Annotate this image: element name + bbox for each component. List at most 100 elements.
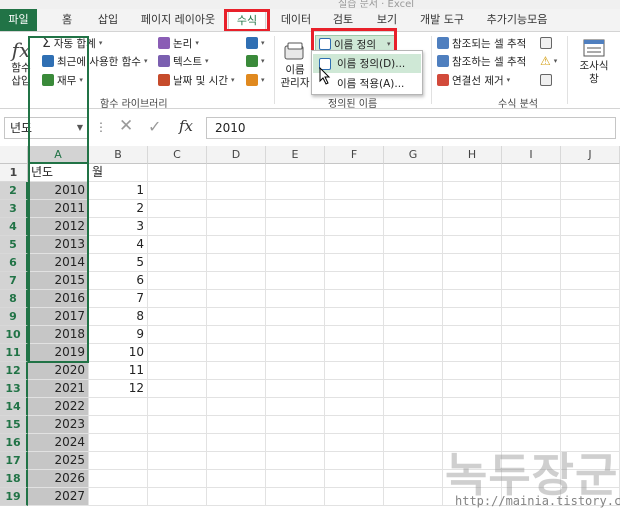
cell-c13[interactable]	[148, 380, 207, 398]
cell-d8[interactable]	[207, 290, 266, 308]
cell-e16[interactable]	[266, 434, 325, 452]
cell-j15[interactable]	[561, 416, 620, 434]
cell-c14[interactable]	[148, 398, 207, 416]
row-header-7[interactable]: 7	[0, 272, 28, 290]
column-header-h[interactable]: H	[443, 146, 502, 164]
cell-c2[interactable]	[148, 182, 207, 200]
row-header-8[interactable]: 8	[0, 290, 28, 308]
column-header-j[interactable]: J	[561, 146, 620, 164]
cell-f5[interactable]	[325, 236, 384, 254]
row-header-3[interactable]: 3	[0, 200, 28, 218]
cell-i10[interactable]	[502, 326, 561, 344]
cell-b8[interactable]: 7	[89, 290, 148, 308]
cell-f17[interactable]	[325, 452, 384, 470]
cell-c8[interactable]	[148, 290, 207, 308]
cell-a18[interactable]: 2026	[28, 470, 89, 488]
cell-i1[interactable]	[502, 164, 561, 182]
cell-d6[interactable]	[207, 254, 266, 272]
cell-c9[interactable]	[148, 308, 207, 326]
cell-h15[interactable]	[443, 416, 502, 434]
cell-b17[interactable]	[89, 452, 148, 470]
cell-a2[interactable]: 2010	[28, 182, 89, 200]
cell-e7[interactable]	[266, 272, 325, 290]
cell-b9[interactable]: 8	[89, 308, 148, 326]
cell-b2[interactable]: 1	[89, 182, 148, 200]
cell-e19[interactable]	[266, 488, 325, 506]
cell-g15[interactable]	[384, 416, 443, 434]
row-header-9[interactable]: 9	[0, 308, 28, 326]
row-header-6[interactable]: 6	[0, 254, 28, 272]
math-button[interactable]: ▾	[246, 53, 265, 69]
cell-j9[interactable]	[561, 308, 620, 326]
cell-i5[interactable]	[502, 236, 561, 254]
cell-e4[interactable]	[266, 218, 325, 236]
cell-a13[interactable]: 2021	[28, 380, 89, 398]
cell-b18[interactable]	[89, 470, 148, 488]
tab-data[interactable]: 데이터	[278, 9, 314, 31]
cell-a12[interactable]: 2020	[28, 362, 89, 380]
cell-d19[interactable]	[207, 488, 266, 506]
cell-c19[interactable]	[148, 488, 207, 506]
cell-g10[interactable]	[384, 326, 443, 344]
row-header-4[interactable]: 4	[0, 218, 28, 236]
column-header-f[interactable]: F	[325, 146, 384, 164]
cell-j11[interactable]	[561, 344, 620, 362]
cell-a6[interactable]: 2014	[28, 254, 89, 272]
cell-b11[interactable]: 10	[89, 344, 148, 362]
cell-j13[interactable]	[561, 380, 620, 398]
cell-c11[interactable]	[148, 344, 207, 362]
cell-b1[interactable]: 월	[89, 164, 148, 182]
row-header-2[interactable]: 2	[0, 182, 28, 200]
cell-e1[interactable]	[266, 164, 325, 182]
cancel-icon[interactable]: ✕	[119, 116, 133, 136]
cell-b5[interactable]: 4	[89, 236, 148, 254]
cell-e14[interactable]	[266, 398, 325, 416]
cell-e12[interactable]	[266, 362, 325, 380]
cell-b10[interactable]: 9	[89, 326, 148, 344]
cell-i2[interactable]	[502, 182, 561, 200]
cell-h12[interactable]	[443, 362, 502, 380]
cell-e8[interactable]	[266, 290, 325, 308]
cell-g7[interactable]	[384, 272, 443, 290]
cell-a15[interactable]: 2023	[28, 416, 89, 434]
cell-d3[interactable]	[207, 200, 266, 218]
cell-e18[interactable]	[266, 470, 325, 488]
tab-developer[interactable]: 개발 도구	[414, 9, 470, 31]
cell-g17[interactable]	[384, 452, 443, 470]
cell-d11[interactable]	[207, 344, 266, 362]
lookup-button[interactable]: ▾	[246, 35, 265, 51]
cell-j12[interactable]	[561, 362, 620, 380]
cell-f14[interactable]	[325, 398, 384, 416]
cell-d9[interactable]	[207, 308, 266, 326]
row-header-10[interactable]: 10	[0, 326, 28, 344]
tab-page-layout[interactable]: 페이지 레이아웃	[136, 9, 220, 31]
cell-b16[interactable]	[89, 434, 148, 452]
row-header-19[interactable]: 19	[0, 488, 28, 506]
cell-i7[interactable]	[502, 272, 561, 290]
cell-h13[interactable]	[443, 380, 502, 398]
row-header-15[interactable]: 15	[0, 416, 28, 434]
cell-f4[interactable]	[325, 218, 384, 236]
cell-c3[interactable]	[148, 200, 207, 218]
cell-i3[interactable]	[502, 200, 561, 218]
cell-b13[interactable]: 12	[89, 380, 148, 398]
formula-input[interactable]: 2010	[206, 117, 616, 139]
column-header-c[interactable]: C	[148, 146, 207, 164]
cell-c4[interactable]	[148, 218, 207, 236]
cell-i13[interactable]	[502, 380, 561, 398]
tab-formulas[interactable]: 수식	[228, 9, 266, 31]
cell-j14[interactable]	[561, 398, 620, 416]
cell-b7[interactable]: 6	[89, 272, 148, 290]
cell-a19[interactable]: 2027	[28, 488, 89, 506]
cell-g16[interactable]	[384, 434, 443, 452]
cell-a9[interactable]: 2017	[28, 308, 89, 326]
cell-b15[interactable]	[89, 416, 148, 434]
column-header-e[interactable]: E	[266, 146, 325, 164]
row-header-18[interactable]: 18	[0, 470, 28, 488]
enter-icon[interactable]: ✓	[148, 117, 161, 136]
cell-e9[interactable]	[266, 308, 325, 326]
cell-c12[interactable]	[148, 362, 207, 380]
cell-e17[interactable]	[266, 452, 325, 470]
logical-button[interactable]: 논리 ▾	[158, 35, 199, 51]
cell-f2[interactable]	[325, 182, 384, 200]
